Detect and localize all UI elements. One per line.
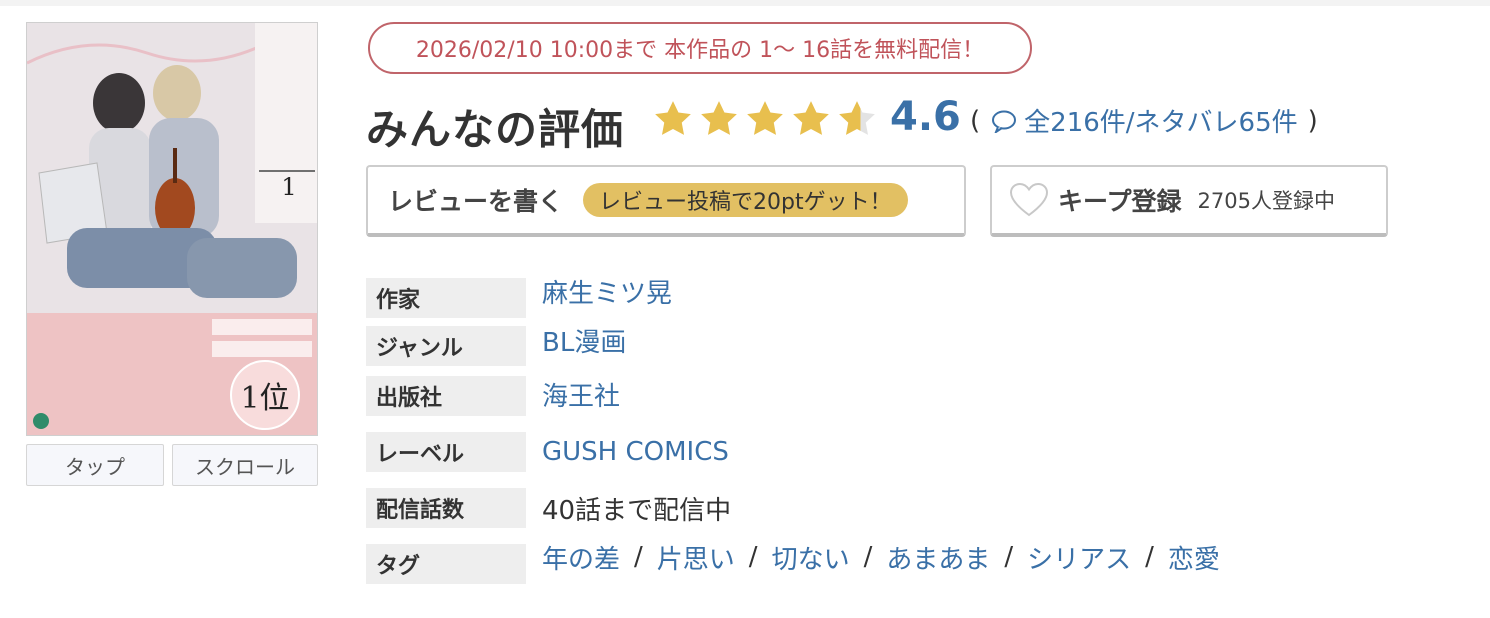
star-full-icon: [701, 101, 737, 135]
publisher-link[interactable]: 海王社: [542, 376, 620, 413]
review-count[interactable]: ( 全216件/ネタバレ65件 ): [970, 102, 1318, 139]
rating-title: みんなの評価: [366, 105, 625, 154]
write-review-button[interactable]: レビューを書く レビュー投稿で20ptゲット！: [366, 165, 966, 237]
paren-open: (: [970, 105, 981, 136]
tag-separator: /: [1004, 542, 1014, 572]
keep-register-label: キープ登録: [1058, 187, 1182, 216]
review-count-link[interactable]: 全216件/ネタバレ65件: [1024, 102, 1297, 139]
info-row-genre: ジャンル BL漫画: [366, 326, 626, 366]
review-points-badge: レビュー投稿で20ptゲット！: [583, 183, 908, 217]
heart-icon: [1010, 183, 1048, 217]
info-row-publisher: 出版社 海王社: [366, 376, 620, 416]
genre-link[interactable]: BL漫画: [542, 322, 626, 359]
star-full-icon: [747, 101, 783, 135]
info-row-tags: タグ 年の差 / 片思い / 切ない / あまあま / シリアス / 恋愛: [366, 542, 1220, 584]
scroll-mode-button[interactable]: スクロール: [172, 444, 318, 486]
info-row-episodes: 配信話数 40話まで配信中: [366, 488, 731, 528]
cover-volume: 1: [281, 173, 296, 201]
label-link[interactable]: GUSH COMICS: [542, 437, 729, 467]
star-full-icon: [793, 101, 829, 135]
tag-separator: /: [748, 542, 758, 572]
info-label: ジャンル: [366, 326, 526, 366]
info-label: 配信話数: [366, 488, 526, 528]
rating-stars: [652, 98, 878, 140]
book-cover-image[interactable]: 1 1位: [26, 22, 318, 436]
star-partial-icon: [839, 101, 875, 135]
rating-score: 4.6: [890, 94, 961, 140]
write-review-label: レビューを書く: [388, 187, 564, 216]
tag-link[interactable]: 片思い: [657, 539, 735, 576]
tap-mode-button[interactable]: タップ: [26, 444, 164, 486]
top-divider: [0, 0, 1490, 6]
keep-count: 2705人登録中: [1197, 189, 1335, 213]
author-link[interactable]: 麻生ミツ晃: [542, 273, 672, 310]
star-full-icon: [655, 101, 691, 135]
paren-close: ): [1307, 105, 1318, 136]
cover-rank-badge: 1位: [240, 381, 289, 416]
episodes-value: 40話まで配信中: [542, 495, 732, 526]
info-row-label: レーベル GUSH COMICS: [366, 432, 729, 472]
tag-link[interactable]: シリアス: [1027, 539, 1131, 576]
tag-link[interactable]: 恋愛: [1168, 539, 1220, 576]
tag-link[interactable]: 年の差: [542, 539, 620, 576]
tag-separator: /: [634, 542, 643, 572]
info-label: タグ: [366, 544, 526, 584]
info-label: 作家: [366, 278, 526, 318]
tag-separator: /: [863, 542, 873, 572]
free-campaign-banner[interactable]: 2026/02/10 10:00まで 本作品の 1〜 16話を無料配信！: [368, 22, 1032, 74]
keep-register-button[interactable]: キープ登録 2705人登録中: [990, 165, 1388, 237]
tag-link[interactable]: 切ない: [772, 539, 850, 576]
speech-bubble-icon: [992, 110, 1017, 133]
tag-separator: /: [1145, 542, 1154, 572]
info-label: 出版社: [366, 376, 526, 416]
info-row-author: 作家 麻生ミツ晃: [366, 278, 672, 318]
info-label: レーベル: [366, 432, 526, 472]
tag-link[interactable]: あまあま: [886, 539, 990, 576]
